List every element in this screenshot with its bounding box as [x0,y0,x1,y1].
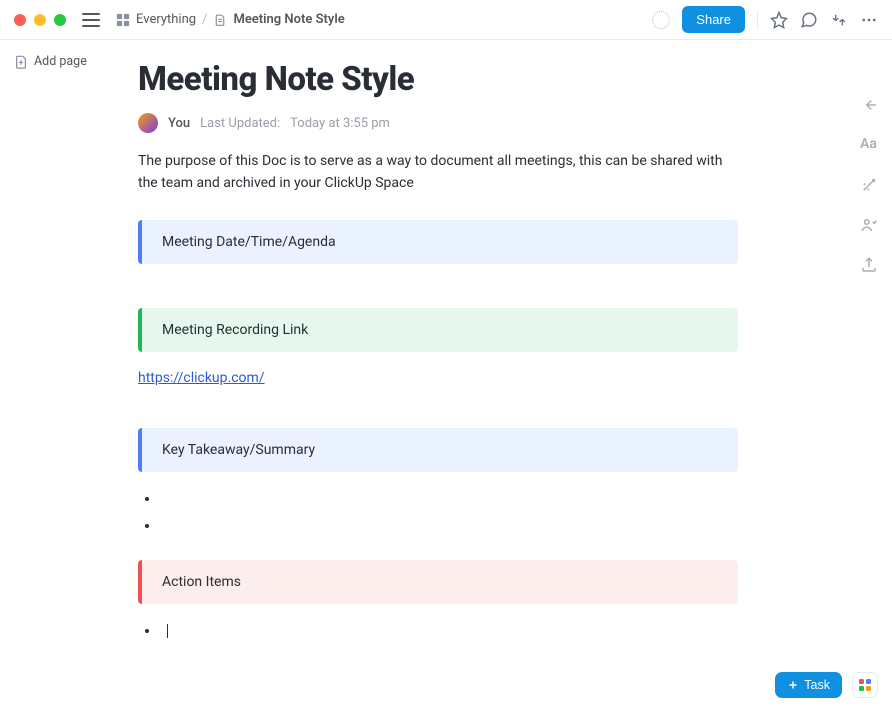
new-task-button[interactable]: Task [775,672,842,698]
apps-grid-icon [859,679,871,691]
section-action-items[interactable]: Action Items [138,560,738,604]
bottom-actions: Task [775,672,878,698]
favorite-star-icon[interactable] [770,11,788,29]
ai-magic-icon[interactable] [860,176,878,194]
doc-meta: You Last Updated: Today at 3:55 pm [138,113,738,133]
top-actions: Share [652,6,878,33]
breadcrumb-root[interactable]: Everything [136,12,196,27]
window-controls [14,14,66,26]
export-icon[interactable] [860,256,878,274]
action-items-list[interactable] [138,618,738,645]
breadcrumb-current[interactable]: Meeting Note Style [233,12,344,27]
status-indicator-icon[interactable] [652,11,670,29]
breadcrumb-separator: / [202,12,207,27]
separator [757,10,758,30]
list-item[interactable] [160,513,738,540]
left-sidebar: Add page [0,40,98,714]
task-button-label: Task [804,678,830,692]
typography-icon[interactable]: Aa [860,136,878,154]
maximize-window-icon[interactable] [54,14,66,26]
breadcrumb: Everything / Meeting Note Style [116,12,345,27]
page-title[interactable]: Meeting Note Style [138,60,738,99]
avatar[interactable] [138,113,158,133]
intro-paragraph[interactable]: The purpose of this Doc is to serve as a… [138,151,738,194]
collapse-icon[interactable] [830,11,848,29]
section-recording-link[interactable]: Meeting Recording Link [138,308,738,352]
grid-icon [116,13,130,27]
close-window-icon[interactable] [14,14,26,26]
more-menu-icon[interactable] [860,11,878,29]
list-item[interactable] [160,486,738,513]
section-key-takeaway[interactable]: Key Takeaway/Summary [138,428,738,472]
add-page-label: Add page [34,54,87,69]
author-name[interactable]: You [168,116,190,131]
right-rail: Aa [846,96,892,274]
add-page-button[interactable]: Add page [14,54,98,69]
last-updated-label: Last Updated: [200,116,280,131]
list-item[interactable] [160,618,738,645]
recording-url-link[interactable]: https://clickup.com/ [138,370,265,386]
last-updated-value: Today at 3:55 pm [290,116,390,131]
comment-icon[interactable] [800,11,818,29]
collaborators-icon[interactable] [860,216,878,234]
indent-icon[interactable] [860,96,878,114]
takeaway-list[interactable] [138,486,738,539]
share-button[interactable]: Share [682,6,745,33]
section-meeting-datetime[interactable]: Meeting Date/Time/Agenda [138,220,738,264]
menu-toggle-icon[interactable] [82,13,100,27]
apps-launcher-button[interactable] [852,672,878,698]
document-icon [213,13,227,27]
minimize-window-icon[interactable] [34,14,46,26]
document-main[interactable]: Aa Meeting Note Style You Last Updated: … [98,40,892,714]
top-bar: Everything / Meeting Note Style Share [0,0,892,40]
